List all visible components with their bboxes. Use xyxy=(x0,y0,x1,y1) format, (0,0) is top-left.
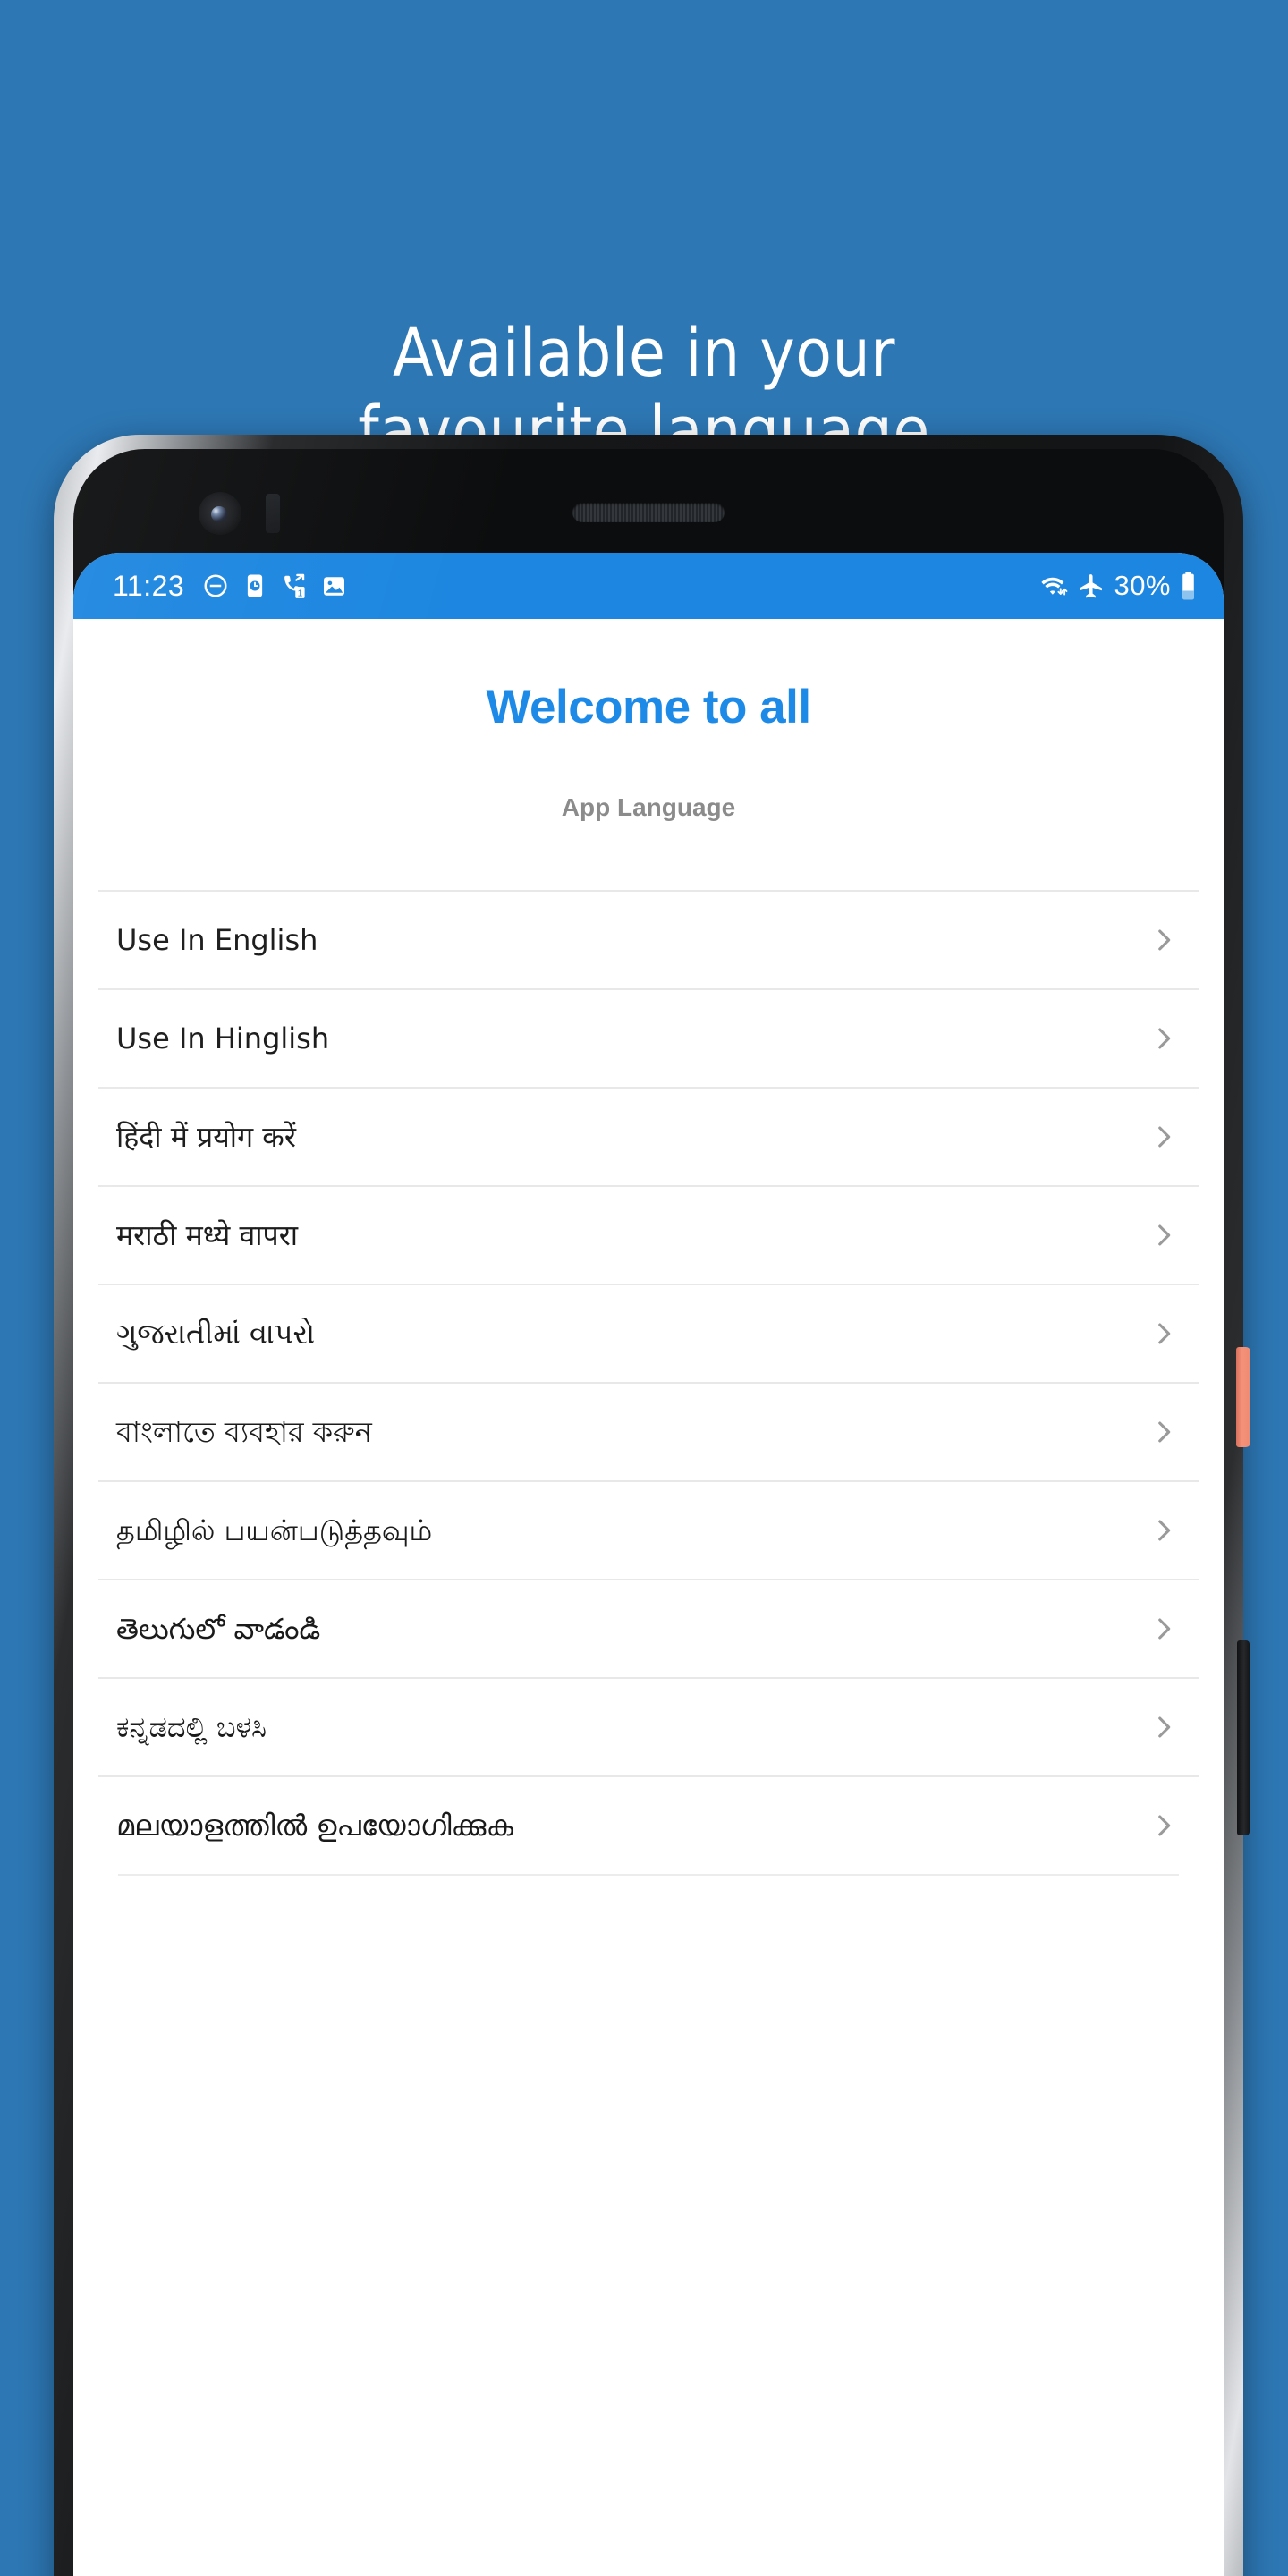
status-bar-right: 30% xyxy=(1038,570,1197,602)
status-bar: 11:23 1 30% xyxy=(73,553,1224,619)
language-list-item-label: മലയാളത്തിൽ ഉപയോഗിക്കുക xyxy=(116,1809,513,1843)
language-list-item-label: Use In Hinglish xyxy=(116,1021,330,1055)
phone-bezel: 11:23 1 30% Welcome to all App Language … xyxy=(73,449,1224,2576)
language-list-item[interactable]: മലയാളത്തിൽ ഉപയോഗിക്കുക xyxy=(98,1775,1199,1874)
power-button[interactable] xyxy=(1236,1347,1250,1447)
status-bar-left: 11:23 1 xyxy=(113,570,347,603)
proximity-sensor-icon xyxy=(266,494,280,533)
language-list-item-label: తెలుగులో వాడండి xyxy=(116,1612,321,1646)
list-end-divider xyxy=(118,1874,1179,1876)
chevron-right-icon xyxy=(1148,1515,1179,1546)
chevron-right-icon xyxy=(1148,1712,1179,1742)
language-list-item-label: বাংলাতে ব্যবহার করুন xyxy=(116,1415,372,1449)
status-bar-clock: 11:23 xyxy=(113,569,185,602)
language-list-item[interactable]: Use In Hinglish xyxy=(98,988,1199,1087)
section-label-app-language: App Language xyxy=(561,793,736,821)
language-list-item-label: ಕನ್ನಡದಲ್ಲಿ ಬಳಸಿ xyxy=(116,1710,267,1744)
phone-mockup: 11:23 1 30% Welcome to all App Language … xyxy=(54,435,1250,2576)
chevron-right-icon xyxy=(1148,1614,1179,1644)
app-content: Welcome to all App Language Use In Engli… xyxy=(73,680,1224,1876)
language-list-item-label: हिंदी में प्रयोग करें xyxy=(116,1120,296,1154)
language-list-item[interactable]: ગુજરાતીમાં વાપરો xyxy=(98,1284,1199,1382)
language-list-item-label: मराठी मध्ये वापरा xyxy=(116,1218,299,1252)
chevron-right-icon xyxy=(1148,1122,1179,1152)
language-list-item[interactable]: বাংলাতে ব্যবহার করুন xyxy=(98,1382,1199,1480)
language-list: Use In English Use In Hinglish हिंदी में प… xyxy=(73,890,1224,1874)
language-list-item-label: Use In English xyxy=(116,923,318,957)
phone-top-hardware xyxy=(73,483,1224,546)
chevron-right-icon xyxy=(1148,1220,1179,1250)
language-list-item-label: தமிழில் பயன்படுத்தவும் xyxy=(116,1513,433,1547)
alarm-icon xyxy=(242,572,268,599)
wifi-icon xyxy=(1038,572,1068,599)
language-list-item[interactable]: తెలుగులో వాడండి xyxy=(98,1579,1199,1677)
do-not-disturb-icon xyxy=(202,572,229,599)
chevron-right-icon xyxy=(1148,925,1179,955)
chevron-right-icon xyxy=(1148,1810,1179,1841)
volume-rocker-button[interactable] xyxy=(1237,1640,1250,1835)
airplane-mode-icon xyxy=(1077,572,1105,600)
chevron-right-icon xyxy=(1148,1023,1179,1054)
call-forwarding-icon: 1 xyxy=(281,572,309,600)
phone-screen: 11:23 1 30% Welcome to all App Language … xyxy=(73,553,1224,2576)
language-list-item[interactable]: Use In English xyxy=(98,890,1199,988)
language-list-item[interactable]: हिंदी में प्रयोग करें xyxy=(98,1087,1199,1185)
battery-icon xyxy=(1180,571,1197,601)
front-camera-icon xyxy=(199,492,242,535)
image-icon xyxy=(321,573,347,599)
welcome-title: Welcome to all xyxy=(486,681,811,733)
language-list-item[interactable]: मराठी मध्ये वापरा xyxy=(98,1185,1199,1284)
language-list-item-label: ગુજરાતીમાં વાપરો xyxy=(116,1317,316,1351)
promo-poster: Available in your favourite language 11:… xyxy=(0,0,1288,2576)
battery-percent-label: 30% xyxy=(1114,570,1171,601)
svg-text:1: 1 xyxy=(298,589,303,598)
earpiece-speaker-icon xyxy=(572,503,724,522)
language-list-item[interactable]: தமிழில் பயன்படுத்தவும் xyxy=(98,1480,1199,1579)
language-list-item[interactable]: ಕನ್ನಡದಲ್ಲಿ ಬಳಸಿ xyxy=(98,1677,1199,1775)
chevron-right-icon xyxy=(1148,1417,1179,1447)
chevron-right-icon xyxy=(1148,1318,1179,1349)
